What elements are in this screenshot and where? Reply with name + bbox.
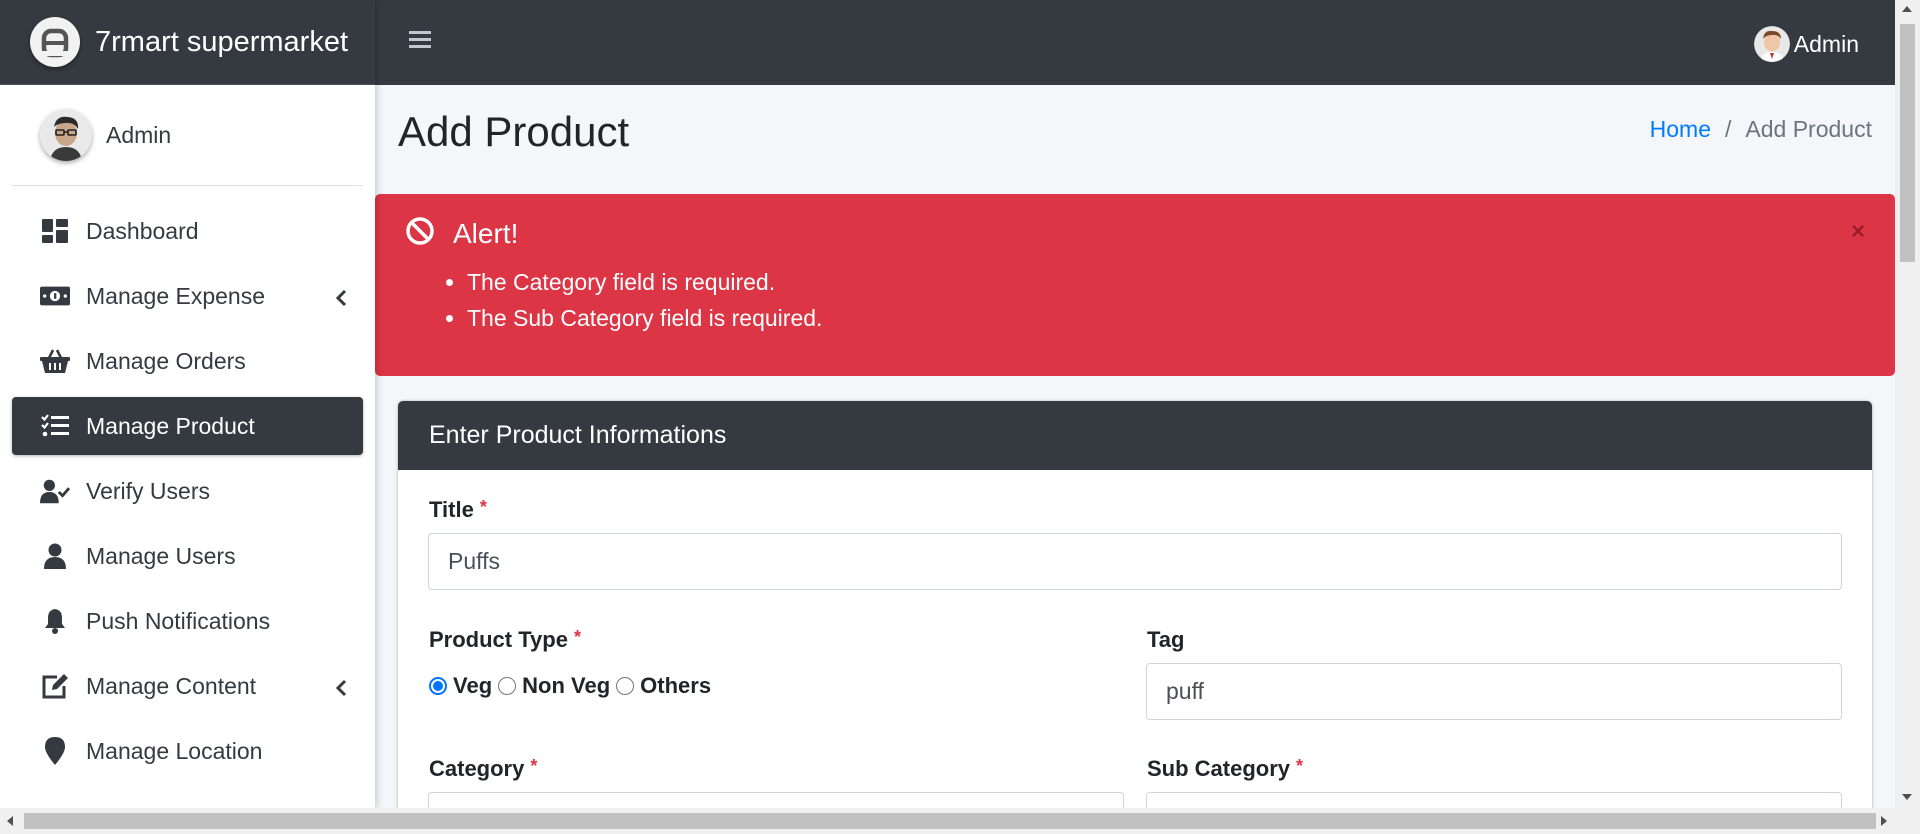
scroll-left-arrow-icon[interactable] <box>7 816 13 826</box>
radio-label: Others <box>640 673 712 698</box>
radio-non-veg[interactable]: Non Veg <box>498 673 616 699</box>
category-select[interactable] <box>428 792 1124 808</box>
ban-icon <box>405 216 435 251</box>
scroll-down-arrow-icon[interactable] <box>1902 794 1912 800</box>
edit-icon <box>40 671 70 701</box>
radio-non-veg-dot[interactable] <box>498 677 517 695</box>
brand-name: 7rmart supermarket <box>95 25 349 58</box>
sidebar-item-label: Push Notifications <box>86 607 271 634</box>
category-label: Category * <box>429 756 537 782</box>
required-mark: * <box>530 756 538 776</box>
card-header: Enter Product Informations <box>398 401 1872 470</box>
sub-category-select[interactable] <box>1146 792 1842 808</box>
title-label: Title * <box>429 497 487 523</box>
scroll-right-arrow-icon[interactable] <box>1881 816 1887 826</box>
sub-category-label-text: Sub Category <box>1147 756 1291 781</box>
user-check-icon <box>40 476 70 506</box>
vertical-scroll-thumb[interactable] <box>1900 24 1915 262</box>
sidebar-item-manage-expense[interactable]: Manage Expense <box>12 267 363 325</box>
tasks-list-icon <box>40 411 70 441</box>
sidebar-item-dashboard[interactable]: Dashboard <box>12 202 363 260</box>
breadcrumb: Home / Add Product <box>1650 116 1872 143</box>
sidebar-item-label: Manage Users <box>86 542 236 569</box>
dashboard-icon <box>40 216 70 246</box>
radio-label: Veg <box>453 673 493 698</box>
sidebar-user-name: Admin <box>106 121 172 148</box>
top-navbar: Admin <box>375 0 1895 85</box>
top-user-name: Admin <box>1793 30 1859 57</box>
user-icon <box>40 541 70 571</box>
breadcrumb-current: Add Product <box>1745 116 1872 142</box>
radio-others-dot[interactable] <box>616 677 635 695</box>
alert-message: The Sub Category field is required. <box>467 300 822 336</box>
brand-logo-icon <box>30 17 80 67</box>
title-label-text: Title <box>429 497 474 522</box>
scroll-up-arrow-icon[interactable] <box>1902 6 1912 12</box>
title-input[interactable]: Puffs <box>428 533 1842 590</box>
chevron-left-icon <box>335 676 347 703</box>
sidebar-item-label: Manage Content <box>86 672 257 699</box>
category-label-text: Category <box>429 756 525 781</box>
page-title: Add Product <box>398 108 630 155</box>
product-type-label: Product Type * <box>429 627 581 653</box>
sidebar-item-label: Manage Product <box>86 412 255 439</box>
product-type-label-text: Product Type <box>429 627 568 652</box>
sidebar-user-panel[interactable]: Admin <box>12 85 363 186</box>
alert-header: Alert! <box>405 216 518 251</box>
sub-category-label: Sub Category * <box>1147 756 1303 782</box>
alert-close-button[interactable]: × <box>1851 218 1865 246</box>
sidebar: 7rmart supermarket Admin Dashboard Manag… <box>0 0 375 808</box>
sidebar-nav: Dashboard Manage Expense Manage Orders M… <box>0 202 375 780</box>
sidebar-item-verify-users[interactable]: Verify Users <box>12 462 363 520</box>
error-alert: Alert! × The Category field is required.… <box>375 194 1895 376</box>
tag-label: Tag <box>1147 627 1185 652</box>
sidebar-item-label: Manage Expense <box>86 282 266 309</box>
sidebar-item-label: Dashboard <box>86 217 199 244</box>
breadcrumb-home-link[interactable]: Home <box>1650 116 1711 143</box>
required-mark: * <box>573 627 581 647</box>
horizontal-scrollbar[interactable] <box>0 808 1920 834</box>
brand-link[interactable]: 7rmart supermarket <box>0 0 375 85</box>
alert-title: Alert! <box>453 217 519 249</box>
radio-veg[interactable]: Veg <box>429 673 498 699</box>
product-type-radio-group: Veg Non Veg Others <box>429 673 717 699</box>
alert-message-list: The Category field is required. The Sub … <box>467 264 822 336</box>
avatar <box>1753 26 1790 62</box>
required-mark: * <box>1296 756 1304 776</box>
sidebar-item-manage-location[interactable]: Manage Location <box>12 722 363 780</box>
product-info-card: Enter Product Informations Title * Puffs … <box>398 401 1872 808</box>
horizontal-scroll-thumb[interactable] <box>24 813 1876 829</box>
tag-input[interactable]: puff <box>1146 663 1842 720</box>
sidebar-item-manage-product[interactable]: Manage Product <box>12 397 363 455</box>
bell-icon <box>40 606 70 636</box>
sidebar-item-manage-content[interactable]: Manage Content <box>12 657 363 715</box>
breadcrumb-separator: / <box>1725 116 1732 142</box>
top-user-menu[interactable]: Admin <box>1753 26 1859 62</box>
alert-message: The Category field is required. <box>467 264 822 300</box>
hamburger-menu-icon[interactable] <box>409 30 431 55</box>
sidebar-item-label: Manage Orders <box>86 347 246 374</box>
main-content: Add Product Home / Add Product Alert! × … <box>375 85 1895 808</box>
basket-icon <box>40 346 70 376</box>
required-mark: * <box>479 497 487 517</box>
avatar <box>40 109 92 161</box>
sidebar-item-manage-orders[interactable]: Manage Orders <box>12 332 363 390</box>
radio-label: Non Veg <box>522 673 611 698</box>
sidebar-item-label: Manage Location <box>86 737 263 764</box>
radio-veg-dot[interactable] <box>429 677 447 695</box>
vertical-scrollbar[interactable] <box>1895 0 1920 808</box>
sidebar-item-manage-users[interactable]: Manage Users <box>12 527 363 585</box>
map-marker-icon <box>40 736 70 766</box>
radio-others[interactable]: Others <box>616 673 717 699</box>
sidebar-item-label: Verify Users <box>86 477 210 504</box>
sidebar-item-push-notifications[interactable]: Push Notifications <box>12 592 363 650</box>
chevron-left-icon <box>335 286 347 313</box>
money-bill-icon <box>40 281 70 311</box>
